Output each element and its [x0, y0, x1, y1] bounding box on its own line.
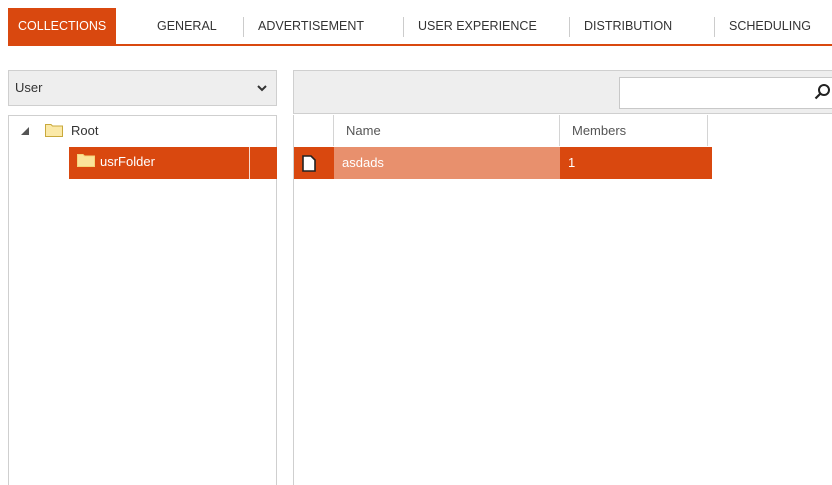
collection-type-value: User — [15, 80, 43, 95]
collection-type-dropdown[interactable]: User — [8, 70, 277, 106]
row-icon-cell — [294, 147, 334, 179]
folder-icon — [77, 154, 95, 167]
tab-advertisement[interactable]: ADVERTISEMENT — [248, 8, 374, 44]
tree-node-root[interactable]: Root — [9, 121, 269, 141]
tab-separator — [714, 17, 715, 37]
tab-distribution[interactable]: DISTRIBUTION — [574, 8, 682, 44]
tab-separator — [403, 17, 404, 37]
column-header-members[interactable]: Members — [560, 115, 708, 146]
tree-node-label: Root — [71, 123, 99, 138]
chevron-down-icon — [257, 85, 267, 92]
grid-toolbar — [293, 70, 832, 114]
folder-icon — [45, 124, 63, 137]
grid-header-icon-column — [294, 115, 334, 146]
tab-separator — [569, 17, 570, 37]
grid-header: Name Members — [294, 115, 832, 146]
cell-members: 1 — [568, 155, 576, 170]
tab-separator — [243, 17, 244, 37]
document-icon — [302, 155, 316, 172]
column-header-name[interactable]: Name — [334, 115, 560, 146]
tree-node-usrfolder[interactable]: usrFolder — [69, 147, 277, 179]
collections-grid: Name Members asdads 1 — [293, 115, 832, 485]
tree-node-label: usrFolder — [100, 154, 155, 169]
cell-name: asdads — [334, 147, 560, 179]
tab-bar: COLLECTIONS GENERAL ADVERTISEMENT USER E… — [8, 8, 832, 46]
tab-user-experience[interactable]: USER EXPERIENCE — [408, 8, 547, 44]
table-row[interactable]: asdads 1 — [294, 147, 712, 179]
tab-scheduling[interactable]: SCHEDULING — [719, 8, 821, 44]
search-input[interactable] — [619, 77, 832, 109]
collapse-triangle-icon[interactable] — [21, 127, 29, 135]
folder-tree: Root usrFolder — [8, 115, 277, 485]
tab-collections[interactable]: COLLECTIONS — [8, 8, 117, 44]
row-divider — [249, 147, 250, 179]
tab-general[interactable]: GENERAL — [147, 8, 227, 44]
search-icon[interactable] — [814, 83, 832, 101]
